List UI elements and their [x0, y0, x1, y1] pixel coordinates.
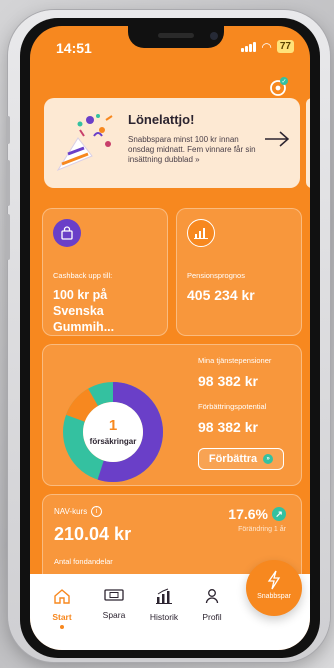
- side-button: [6, 214, 10, 260]
- speaker: [158, 33, 194, 38]
- cashback-label: Cashback upp till:: [53, 271, 113, 280]
- tab-spara[interactable]: Spara: [88, 588, 140, 620]
- banner-text: Snabbspara minst 100 kr innan onsdag mid…: [128, 135, 256, 164]
- chevron-right-icon: »: [263, 454, 274, 464]
- pension-label: Pensionsprognos: [187, 271, 245, 280]
- change-label: Förändring 1 år: [238, 526, 286, 533]
- pension-forecast-card[interactable]: Pensionsprognos 405 234 kr: [176, 208, 302, 336]
- change-value: 17.6%: [228, 506, 268, 522]
- home-indicator[interactable]: [132, 650, 212, 654]
- cashback-value-line2: Svenska Gummih...: [53, 304, 115, 334]
- nav-label: NAV-kurs: [54, 507, 88, 516]
- arrow-right-icon[interactable]: [264, 130, 290, 148]
- cash-icon: [104, 589, 124, 601]
- arrow-up-right-icon: ↗: [272, 507, 286, 521]
- notch: [128, 26, 224, 48]
- insurance-count: 1: [108, 417, 118, 434]
- signal-icon: [241, 41, 257, 52]
- active-indicator: [60, 625, 64, 629]
- tab-start[interactable]: Start: [36, 588, 88, 629]
- bar-chart-icon: [187, 219, 215, 247]
- quick-save-button[interactable]: Snabbspar: [246, 560, 302, 616]
- tab-label: Spara: [102, 610, 126, 620]
- change-row: 17.6% ↗: [228, 506, 286, 522]
- tab-profil[interactable]: Profil: [186, 588, 238, 622]
- units-label: Antal fondandelar: [54, 557, 113, 566]
- home-icon: [54, 589, 70, 604]
- potential-value: 98 382 kr: [198, 419, 258, 435]
- promo-banner[interactable]: Lönelattjo! Snabbspara minst 100 kr inna…: [44, 98, 300, 188]
- status-icons: ◠ 77: [241, 40, 294, 53]
- nav-label-row: NAV-kurs i: [54, 506, 103, 517]
- info-icon[interactable]: i: [91, 506, 103, 517]
- potential-label: Förbättringspotential: [198, 402, 267, 411]
- improve-button-label: Förbättra: [208, 453, 258, 465]
- next-banner-peek[interactable]: [306, 98, 310, 188]
- wifi-icon: ◠: [261, 39, 272, 54]
- insurance-donut-chart: 1 försäkringar: [62, 381, 164, 483]
- person-icon: [205, 589, 219, 604]
- tab-label: Start: [52, 612, 72, 622]
- quick-save-label: Snabbspar: [257, 593, 291, 600]
- party-popper-icon: [56, 114, 113, 172]
- battery-icon: 77: [276, 40, 294, 53]
- pensions-label: Mina tjänstepensioner: [198, 356, 272, 365]
- status-time: 14:51: [56, 40, 92, 56]
- side-button: [6, 116, 10, 144]
- side-button: [6, 160, 10, 206]
- notification-settings-icon[interactable]: ✓: [268, 76, 290, 98]
- insurance-count-label: försäkringar: [89, 437, 137, 446]
- chart-icon: [156, 588, 172, 604]
- tab-label: Historik: [149, 612, 179, 622]
- pension-value: 405 234 kr: [187, 287, 255, 303]
- camera: [210, 32, 218, 40]
- nav-value: 210.04 kr: [54, 524, 132, 544]
- improve-button[interactable]: Förbättra »: [198, 448, 284, 470]
- pensions-value: 98 382 kr: [198, 373, 258, 389]
- tab-historik[interactable]: Historik: [138, 588, 190, 622]
- tab-label: Profil: [202, 612, 222, 622]
- shopping-bag-icon: [53, 219, 81, 247]
- banner-title: Lönelattjo!: [128, 112, 195, 127]
- cashback-card[interactable]: Cashback upp till: 100 kr på Svenska Gum…: [42, 208, 168, 336]
- cashback-value-line1: 100 kr på: [53, 288, 108, 302]
- lightning-icon: [267, 570, 281, 590]
- svg-text:✓: ✓: [281, 79, 286, 85]
- app-screen: 14:51 ◠ 77 ✓ Lönelattjo! Snabbspara mins…: [30, 26, 310, 650]
